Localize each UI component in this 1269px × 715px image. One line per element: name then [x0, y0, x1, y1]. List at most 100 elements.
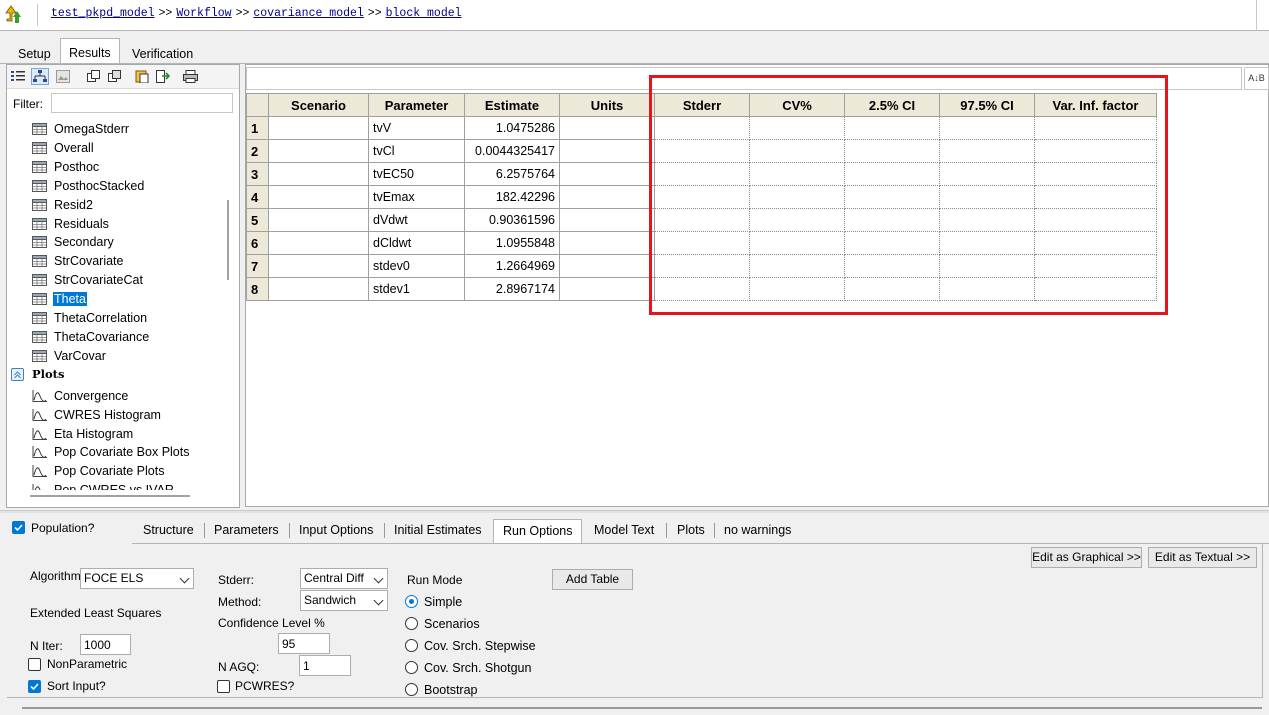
run-mode-shotgun-radio[interactable] [405, 661, 418, 674]
cell-parameter[interactable]: tvV [368, 116, 465, 140]
cell-scenario[interactable] [268, 185, 369, 209]
tree-item-thetacovariance[interactable]: ThetaCovariance [7, 328, 229, 347]
tree-item-resid2[interactable]: Resid2 [7, 196, 229, 215]
cell-units[interactable] [559, 185, 655, 209]
cell-scenario[interactable] [268, 208, 369, 232]
edit-as-graphical-button[interactable]: Edit as Graphical >> [1031, 547, 1142, 568]
cell-estimate[interactable]: 0.0044325417 [464, 139, 560, 163]
tab-model-text[interactable]: Model Text [585, 519, 663, 543]
population-checkbox[interactable] [12, 521, 25, 534]
cell-parameter[interactable]: stdev1 [368, 277, 465, 301]
cell-parameter[interactable]: tvEmax [368, 185, 465, 209]
tab-parameters[interactable]: Parameters [205, 519, 288, 543]
tree-horizontal-scrollbar[interactable] [30, 495, 190, 497]
breadcrumb-link-project[interactable]: test_pkpd_model [51, 7, 155, 20]
cell-units[interactable] [559, 208, 655, 232]
tree-item-posthoc[interactable]: Posthoc [7, 158, 229, 177]
tree-item-overall[interactable]: Overall [7, 139, 229, 158]
add-table-button[interactable]: Add Table [552, 569, 633, 590]
tab-setup[interactable]: Setup [9, 43, 60, 65]
cell-estimate[interactable]: 1.0475286 [464, 116, 560, 140]
run-mode-simple-radio[interactable] [405, 595, 418, 608]
run-mode-bootstrap-radio[interactable] [405, 683, 418, 696]
tree-vertical-scrollbar[interactable] [229, 118, 239, 490]
confidence-level-input[interactable]: 95 [278, 633, 330, 654]
cell-scenario[interactable] [268, 139, 369, 163]
nagq-input[interactable]: 1 [299, 655, 351, 676]
tree-item-posthocstacked[interactable]: PosthocStacked [7, 177, 229, 196]
bottom-scrollbar[interactable] [22, 707, 1262, 709]
copy-icon[interactable] [85, 68, 103, 85]
cell-estimate[interactable]: 6.2575764 [464, 162, 560, 186]
run-mode-stepwise-radio[interactable] [405, 639, 418, 652]
tree-item-thetacorrelation[interactable]: ThetaCorrelation [7, 309, 229, 328]
cell-units[interactable] [559, 277, 655, 301]
filter-input[interactable] [51, 93, 233, 113]
list-view-icon[interactable] [9, 68, 27, 85]
tab-run-options[interactable]: Run Options [493, 519, 583, 544]
sort-input-checkbox[interactable] [28, 680, 41, 693]
cell-estimate[interactable]: 182.42296 [464, 185, 560, 209]
tree-item-plot-cwres-histogram[interactable]: CWRES Histogram [7, 406, 229, 425]
cell-units[interactable] [559, 231, 655, 255]
tree-item-strcovariatecat[interactable]: StrCovariateCat [7, 271, 229, 290]
export-icon[interactable] [154, 68, 172, 85]
column-header-units[interactable]: Units [559, 93, 655, 117]
breadcrumb-link-covariance-model[interactable]: covariance model [253, 7, 363, 20]
column-header-estimate[interactable]: Estimate [464, 93, 560, 117]
cell-scenario[interactable] [268, 254, 369, 278]
cell-units[interactable] [559, 116, 655, 140]
cell-parameter[interactable]: tvEC50 [368, 162, 465, 186]
tab-verification[interactable]: Verification [123, 43, 202, 65]
sort-az-icon[interactable]: A↓B [1244, 67, 1269, 90]
tree-item-plot-pop-covariate-plots[interactable]: Pop Covariate Plots [7, 462, 229, 481]
splitter[interactable] [0, 510, 1269, 513]
tree-item-omegastderr[interactable]: OmegaStderr [7, 120, 229, 139]
pcwres-checkbox[interactable] [217, 680, 230, 693]
cell-estimate[interactable]: 1.2664969 [464, 254, 560, 278]
cell-units[interactable] [559, 139, 655, 163]
cell-scenario[interactable] [268, 116, 369, 140]
run-mode-scenarios-radio[interactable] [405, 617, 418, 630]
cell-parameter[interactable]: stdev0 [368, 254, 465, 278]
cell-parameter[interactable]: tvCl [368, 139, 465, 163]
navigate-up-icon[interactable] [3, 3, 27, 27]
tree-item-varcovar[interactable]: VarCovar [7, 347, 229, 366]
tree-item-plot-pop-cwres-vs-ivar[interactable]: Pop CWRES vs IVAR [7, 481, 229, 490]
cell-scenario[interactable] [268, 277, 369, 301]
cell-scenario[interactable] [268, 162, 369, 186]
print-icon[interactable] [181, 68, 199, 85]
niter-input[interactable]: 1000 [80, 634, 131, 655]
method-select[interactable]: Sandwich [300, 590, 388, 611]
edit-as-textual-button[interactable]: Edit as Textual >> [1148, 547, 1257, 568]
paste-icon[interactable] [133, 68, 151, 85]
breadcrumb-link-block-model[interactable]: block model [386, 7, 462, 20]
nonparametric-checkbox[interactable] [28, 658, 41, 671]
tree-item-plot-pop-covariate-box-plots[interactable]: Pop Covariate Box Plots [7, 443, 229, 462]
cell-estimate[interactable]: 1.0955848 [464, 231, 560, 255]
cell-scenario[interactable] [268, 231, 369, 255]
image-view-icon[interactable] [54, 68, 72, 85]
tree-item-plot-eta-histogram[interactable]: Eta Histogram [7, 425, 229, 444]
algorithm-select[interactable]: FOCE ELS [80, 568, 194, 589]
stderr-select[interactable]: Central Diff [300, 568, 388, 589]
tab-plots[interactable]: Plots [668, 519, 714, 543]
cell-parameter[interactable]: dVdwt [368, 208, 465, 232]
cell-parameter[interactable]: dCldwt [368, 231, 465, 255]
tree-item-plot-convergence[interactable]: Convergence [7, 387, 229, 406]
cell-estimate[interactable]: 2.8967174 [464, 277, 560, 301]
tree-item-theta[interactable]: Theta [7, 290, 229, 309]
cell-units[interactable] [559, 254, 655, 278]
column-header-scenario[interactable]: Scenario [268, 93, 369, 117]
collapse-icon[interactable] [11, 367, 24, 381]
tab-input-options[interactable]: Input Options [290, 519, 382, 543]
duplicate-icon[interactable] [106, 68, 124, 85]
tree-item-strcovariate[interactable]: StrCovariate [7, 252, 229, 271]
breadcrumb-link-workflow[interactable]: Workflow [176, 7, 231, 20]
tree-scrollbar-thumb[interactable] [227, 200, 229, 280]
tree-item-residuals[interactable]: Residuals [7, 215, 229, 234]
cell-estimate[interactable]: 0.90361596 [464, 208, 560, 232]
tab-initial-estimates[interactable]: Initial Estimates [385, 519, 491, 543]
cell-units[interactable] [559, 162, 655, 186]
tree-group-plots[interactable]: Plots [7, 365, 229, 384]
